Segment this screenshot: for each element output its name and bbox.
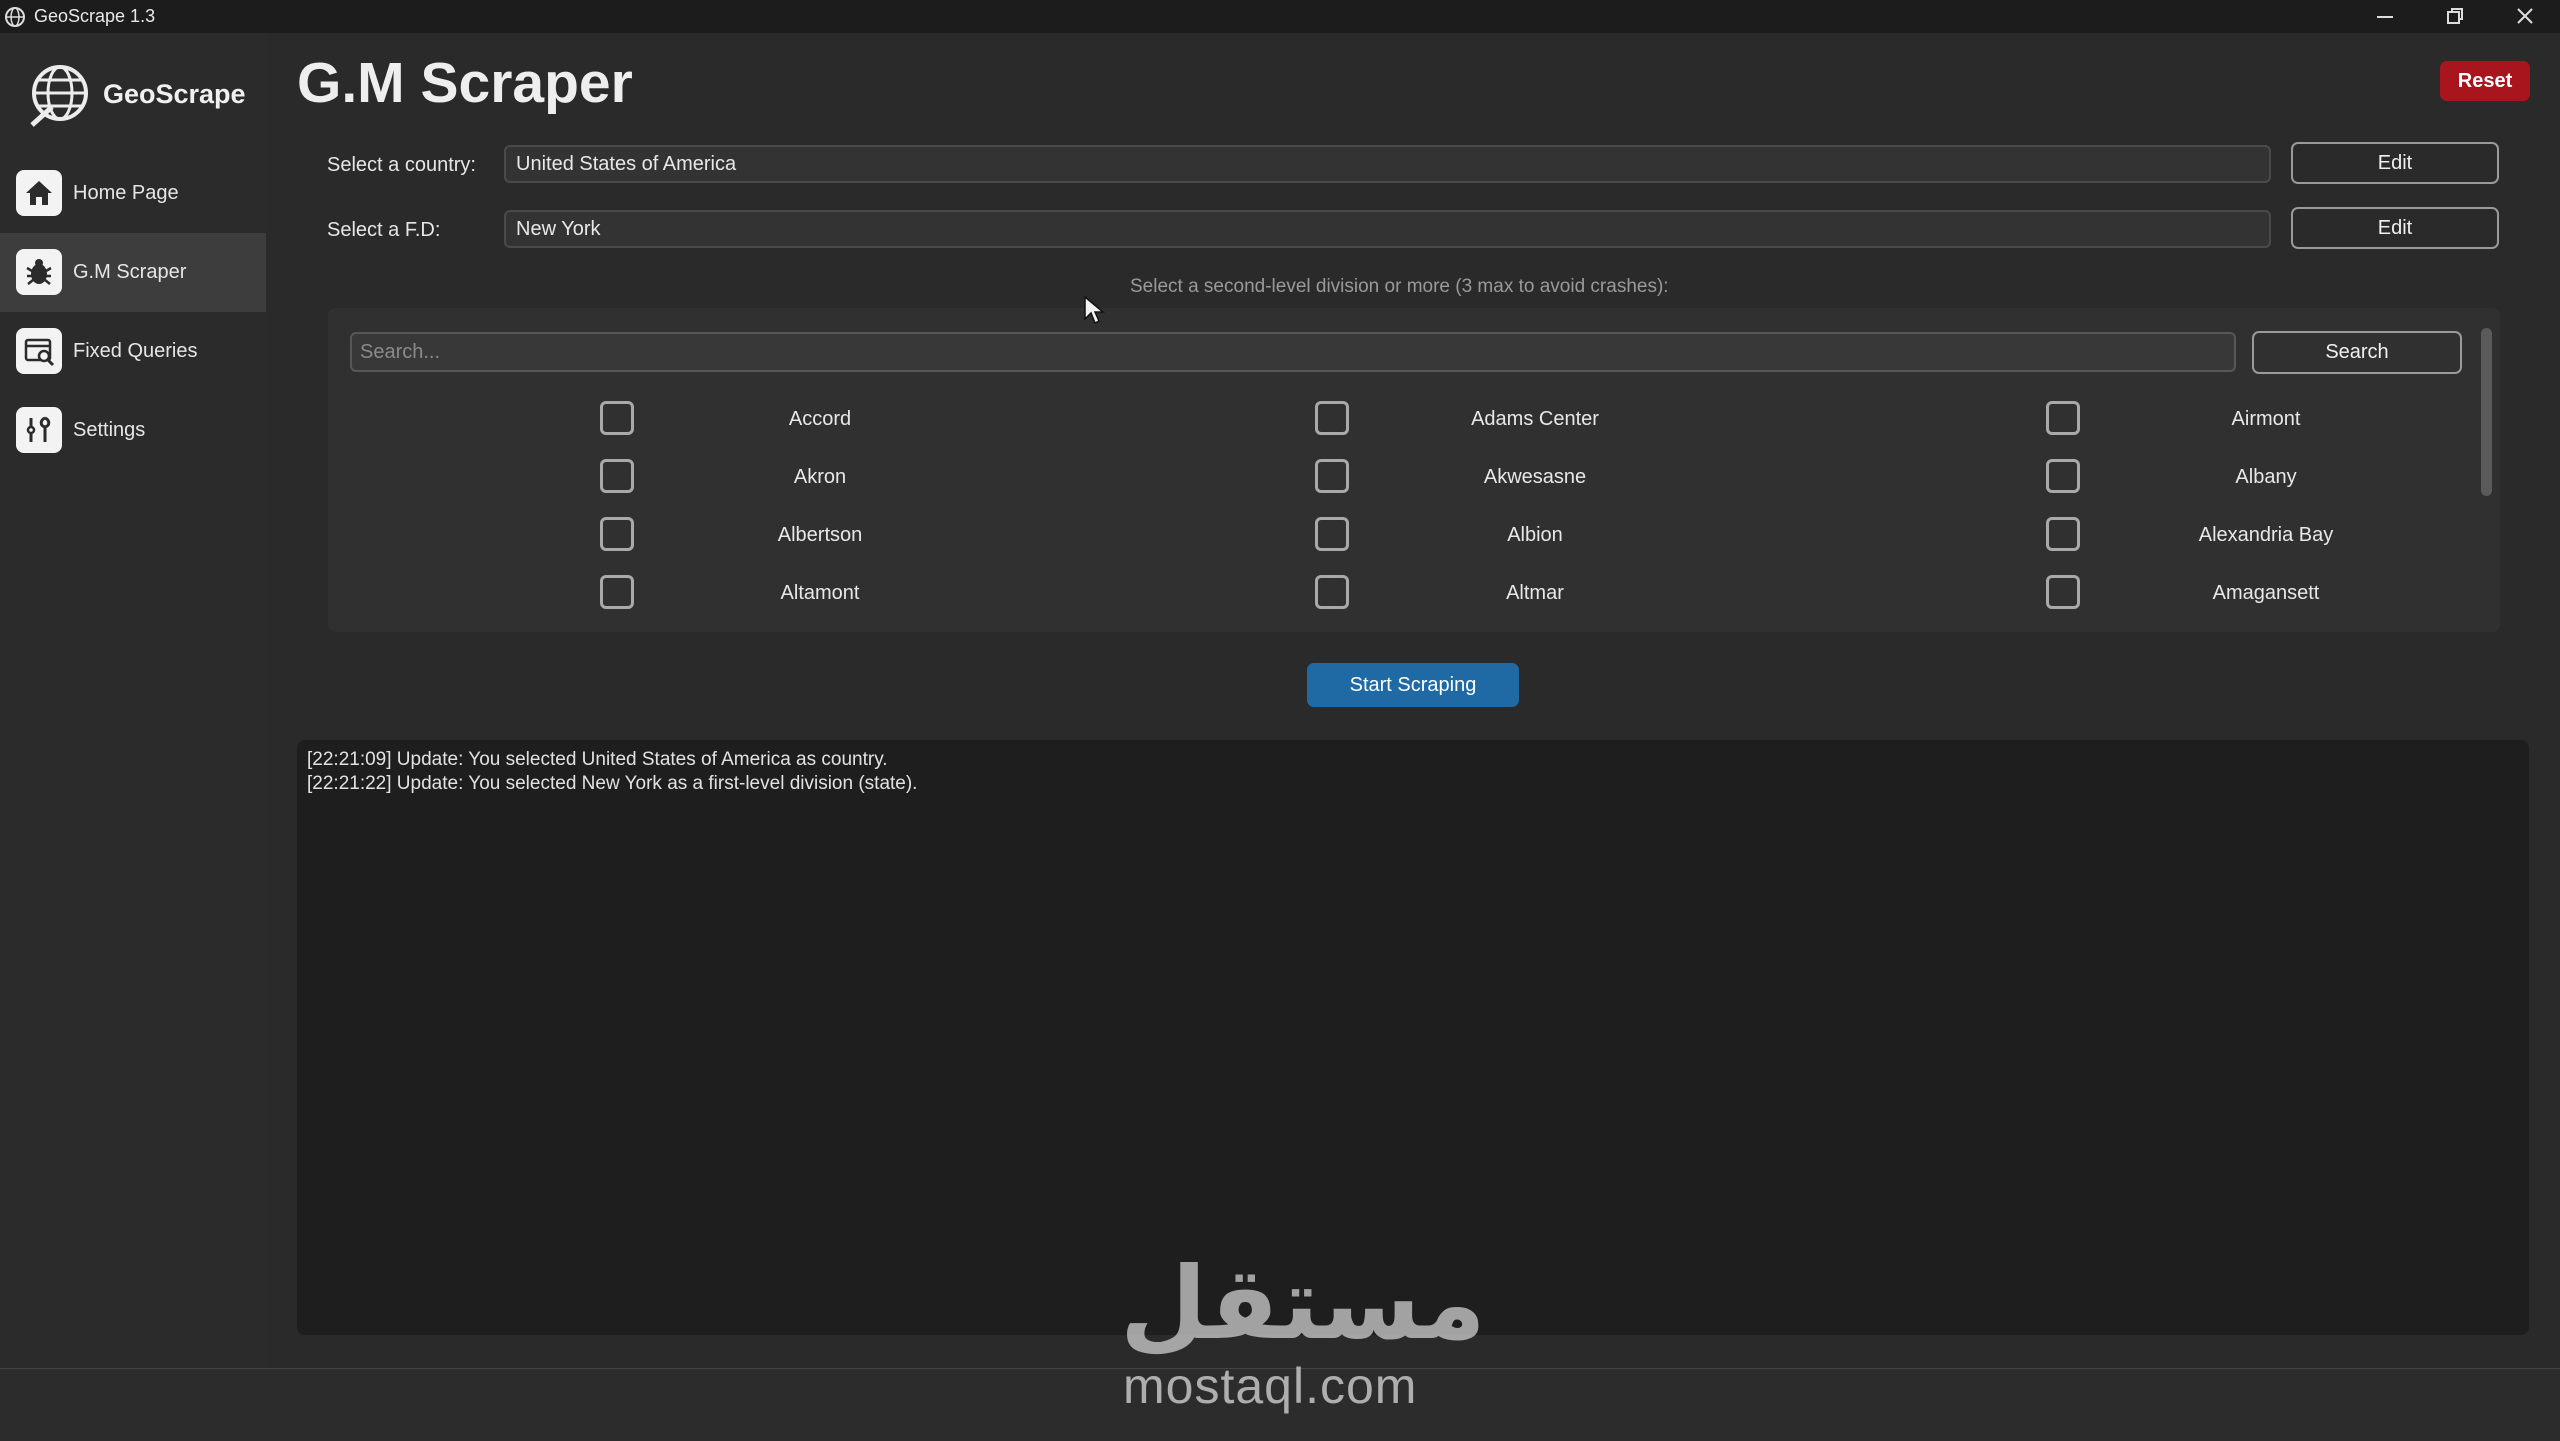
bug-icon-wrap <box>16 249 62 295</box>
sidebar-item-label: G.M Scraper <box>73 261 187 283</box>
close-window-button[interactable] <box>2495 0 2555 33</box>
edit-country-button[interactable]: Edit <box>2291 142 2499 184</box>
checkbox-label: Albion <box>1507 524 1563 546</box>
checkbox-box[interactable] <box>2046 575 2080 609</box>
checkbox-label: Alexandria Bay <box>2198 524 2334 546</box>
checkbox-label: Akwesasne <box>1483 466 1587 488</box>
checkbox-box[interactable] <box>2046 401 2080 435</box>
sidebar-item-label: Home Page <box>73 182 179 204</box>
bug-icon <box>26 259 52 285</box>
division-checkbox[interactable]: Altmar <box>1315 572 1795 616</box>
division-checkbox[interactable]: Amagansett <box>2046 572 2526 616</box>
checkbox-box[interactable] <box>1315 459 1349 493</box>
search-input[interactable] <box>350 332 2236 372</box>
edit-fd-button[interactable]: Edit <box>2291 207 2499 249</box>
window-title: GeoScrape 1.3 <box>34 6 156 26</box>
checkbox-box[interactable] <box>2046 459 2080 493</box>
globe-logo-icon <box>30 65 88 127</box>
division-checkbox[interactable]: Albany <box>2046 456 2526 500</box>
sidebar-item-gm-scraper[interactable]: G.M Scraper <box>0 233 266 312</box>
sidebar-item-settings[interactable]: Settings <box>0 391 266 470</box>
checkbox-box[interactable] <box>600 575 634 609</box>
brand-name: GeoScrape <box>103 79 246 109</box>
log-line: [22:21:09] Update: You selected United S… <box>307 749 888 770</box>
sidebar-item-label: Fixed Queries <box>73 340 198 362</box>
start-scraping-button[interactable]: Start Scraping <box>1307 663 1519 707</box>
checkbox-box[interactable] <box>600 517 634 551</box>
division-checkbox[interactable]: Albertson <box>600 514 1080 558</box>
reset-button[interactable]: Reset <box>2440 61 2530 101</box>
fd-label: Select a F.D: <box>327 219 441 241</box>
checkbox-label: Airmont <box>2231 408 2301 430</box>
checkbox-label: Accord <box>788 408 852 430</box>
window-titlebar: GeoScrape 1.3 <box>0 0 2560 33</box>
mouse-cursor-icon <box>1084 295 1105 325</box>
division-checkbox[interactable]: Accord <box>600 398 1080 442</box>
division-checkbox[interactable]: Airmont <box>2046 398 2526 442</box>
minimize-button[interactable] <box>2355 0 2415 33</box>
home-icon <box>26 181 52 205</box>
watermark-latin: mostaql.com <box>1123 1358 1418 1414</box>
fd-field[interactable]: New York <box>504 210 2271 248</box>
restore-icon <box>2447 8 2463 24</box>
checkbox-box[interactable] <box>1315 575 1349 609</box>
checkbox-label: Akron <box>793 466 847 488</box>
division-hint: Select a second-level division or more (… <box>1130 276 1669 297</box>
watermark-arabic: مستقل <box>1120 1245 1486 1362</box>
globe-icon <box>5 7 25 27</box>
home-icon-wrap <box>16 170 62 216</box>
tools-icon-wrap <box>16 407 62 453</box>
log-line: [22:21:22] Update: You selected New York… <box>307 773 918 794</box>
sidebar: GeoScrape Home Page G.M Scraper Fixed Qu… <box>0 33 266 1368</box>
division-checkbox[interactable]: Akron <box>600 456 1080 500</box>
country-label: Select a country: <box>327 154 476 176</box>
checkbox-box[interactable] <box>2046 517 2080 551</box>
page-title: G.M Scraper <box>297 51 633 115</box>
checkbox-label: Albany <box>2235 466 2297 488</box>
search-button[interactable]: Search <box>2252 331 2462 374</box>
division-checkbox[interactable]: Akwesasne <box>1315 456 1795 500</box>
checkbox-box[interactable] <box>600 401 634 435</box>
checkbox-label: Altmar <box>1506 582 1564 604</box>
checkbox-box[interactable] <box>1315 401 1349 435</box>
close-icon <box>2517 8 2533 24</box>
division-checkbox[interactable]: Altamont <box>600 572 1080 616</box>
checkbox-label: Altamont <box>780 582 860 604</box>
minimize-icon <box>2377 16 2393 18</box>
checkbox-box[interactable] <box>1315 517 1349 551</box>
sidebar-item-home[interactable]: Home Page <box>0 154 266 233</box>
query-icon-wrap <box>16 328 62 374</box>
tools-icon <box>26 416 51 442</box>
checkbox-label: Albertson <box>777 524 863 546</box>
sidebar-item-fixed-queries[interactable]: Fixed Queries <box>0 312 266 391</box>
query-icon <box>24 338 55 367</box>
sidebar-item-label: Settings <box>73 419 146 441</box>
division-checkbox[interactable]: Albion <box>1315 514 1795 558</box>
restore-button[interactable] <box>2425 0 2485 33</box>
division-checkbox[interactable]: Adams Center <box>1315 398 1795 442</box>
country-field[interactable]: United States of America <box>504 145 2271 183</box>
checkbox-label: Adams Center <box>1471 408 1599 430</box>
division-checkbox[interactable]: Alexandria Bay <box>2046 514 2526 558</box>
checkbox-label: Amagansett <box>2212 582 2320 604</box>
checkbox-box[interactable] <box>600 459 634 493</box>
